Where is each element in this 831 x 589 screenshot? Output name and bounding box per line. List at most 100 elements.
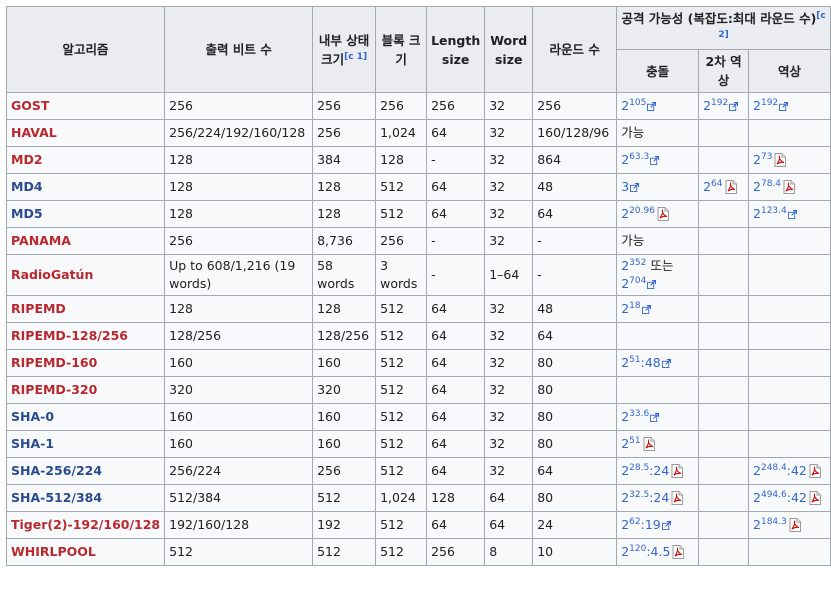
block-size-cell: 1,024 [375, 119, 428, 147]
length-size-cell: 128 [426, 484, 486, 512]
collision-base: 3 [621, 179, 630, 194]
collision-link[interactable]: 251:48 [621, 355, 671, 370]
collision-cell: 2352 또는 2704 [616, 254, 700, 296]
collision-link[interactable]: 3 [621, 179, 640, 194]
collision-cell: 2120:4.5 [616, 538, 700, 566]
collision-exponent: 120 [629, 544, 647, 554]
preimage-cell: 2494.6:42 [748, 484, 831, 512]
collision-link[interactable]: 262:19 [621, 517, 671, 532]
algorithm-link[interactable]: SHA-256/224 [11, 463, 102, 478]
collision-cell [616, 322, 700, 350]
output-bits-cell: 128 [164, 295, 314, 323]
word-size-cell: 64 [484, 484, 534, 512]
word-size-cell: 32 [484, 119, 534, 147]
pdf-icon [671, 464, 684, 478]
algorithm-link[interactable]: RIPEMD [11, 301, 66, 316]
table-row: SHA-0 160 160 512 64 32 80 233.6 [5, 403, 831, 431]
rounds-cell: 24 [532, 511, 618, 539]
collision-link[interactable]: 220.96 [621, 206, 670, 221]
ref-c1-link[interactable]: [c 1] [344, 52, 367, 62]
second-preimage-cell [698, 484, 750, 512]
algorithm-link[interactable]: WHIRLPOOL [11, 544, 96, 559]
preimage-exponent: 248.4 [760, 463, 787, 473]
collision-link[interactable]: 232.5:24 [621, 490, 684, 505]
output-bits-cell: 320 [164, 376, 314, 404]
header-collision: 충돌 [616, 49, 700, 93]
collision-cell: 218 [616, 295, 700, 323]
algorithm-link[interactable]: SHA-1 [11, 436, 54, 451]
table-row: RIPEMD-160 160 160 512 64 32 80 251:48 [5, 349, 831, 377]
block-size-cell: 512 [375, 457, 428, 485]
output-bits-cell: 128/256 [164, 322, 314, 350]
rounds-cell: 48 [532, 173, 618, 201]
preimage-link[interactable]: 2192 [753, 98, 789, 113]
preimage-link[interactable]: 273 [753, 152, 787, 167]
preimage-link[interactable]: 2494.6:42 [753, 490, 822, 505]
word-size-cell: 1–64 [484, 254, 534, 296]
algorithm-link[interactable]: MD2 [11, 152, 43, 167]
header-preimage: 역상 [748, 49, 831, 93]
second-preimage-cell [698, 322, 750, 350]
collision-base: 2 [621, 463, 630, 478]
preimage-link[interactable]: 278.4 [753, 179, 796, 194]
block-size-cell: 512 [375, 538, 428, 566]
algorithm-link[interactable]: SHA-0 [11, 409, 54, 424]
algorithm-link[interactable]: PANAMA [11, 233, 71, 248]
output-bits-cell: 160 [164, 349, 314, 377]
collision-link[interactable]: 251 [621, 436, 655, 451]
preimage-link[interactable]: 2184.3 [753, 517, 802, 532]
algorithm-link[interactable]: RadioGatún [11, 267, 93, 282]
collision-link[interactable]: 2105 [621, 98, 657, 113]
table-row: WHIRLPOOL 512 512 512 256 8 10 2120:4.5 [5, 538, 831, 566]
preimage-cell [748, 295, 831, 323]
preimage-base: 2 [753, 152, 761, 167]
algorithm-link[interactable]: MD4 [11, 179, 43, 194]
algorithm-link[interactable]: HAVAL [11, 125, 57, 140]
block-size-cell: 256 [375, 92, 428, 120]
word-size-cell: 32 [484, 322, 534, 350]
preimage-rounds: :42 [786, 490, 807, 505]
header-attack-label: 공격 가능성 (복잡도:최대 라운드 수) [621, 11, 817, 26]
collision-link[interactable]: 233.6 [621, 409, 660, 424]
collision-link[interactable]: 2120:4.5 [621, 544, 685, 559]
algorithm-link[interactable]: GOST [11, 98, 49, 113]
internal-state-cell: 160 [312, 430, 377, 458]
header-length-size: Length size [426, 6, 486, 93]
preimage-base: 2 [753, 179, 761, 194]
internal-state-cell: 320 [312, 376, 377, 404]
algorithm-link[interactable]: MD5 [11, 206, 43, 221]
preimage-link[interactable]: 2248.4:42 [753, 463, 822, 478]
algorithm-link[interactable]: RIPEMD-128/256 [11, 328, 128, 343]
second-preimage-link[interactable]: 2192 [703, 98, 739, 113]
output-bits-cell: 128 [164, 173, 314, 201]
length-size-cell: 64 [426, 403, 486, 431]
collision-link[interactable]: 218 [621, 301, 651, 316]
algorithm-link[interactable]: Tiger(2)-192/160/128 [11, 517, 160, 532]
block-size-cell: 3 words [375, 254, 428, 296]
table-row: Tiger(2)-192/160/128 192/160/128 192 512 64 6… [5, 511, 831, 539]
block-size-cell: 512 [375, 349, 428, 377]
length-size-cell: 64 [426, 322, 486, 350]
table-row: MD2 128 384 128-32 864 263.3 273 [5, 146, 831, 174]
second-preimage-link[interactable]: 264 [703, 179, 737, 194]
algorithm-link[interactable]: RIPEMD-320 [11, 382, 97, 397]
collision-link[interactable]: 2704 [621, 276, 657, 291]
internal-state-cell: 128 [312, 295, 377, 323]
algorithm-link[interactable]: SHA-512/384 [11, 490, 102, 505]
length-size-cell: 64 [426, 511, 486, 539]
block-size-cell: 512 [375, 173, 428, 201]
word-size-cell: 32 [484, 146, 534, 174]
external-link-icon [729, 102, 739, 111]
algorithm-cell: RIPEMD-320 [5, 376, 166, 404]
second-preimage-cell [698, 376, 750, 404]
length-size-cell: 64 [426, 457, 486, 485]
block-size-cell: 512 [375, 430, 428, 458]
collision-link[interactable]: 228.5:24 [621, 463, 684, 478]
collision-link[interactable]: 263.3 [621, 152, 660, 167]
preimage-link[interactable]: 2123.4 [753, 206, 797, 221]
collision-link-1[interactable]: 2352 [621, 258, 646, 273]
algorithm-link[interactable]: RIPEMD-160 [11, 355, 97, 370]
collision-exponent: 32.5 [629, 490, 650, 500]
preimage-cell [748, 254, 831, 296]
internal-state-cell: 160 [312, 403, 377, 431]
